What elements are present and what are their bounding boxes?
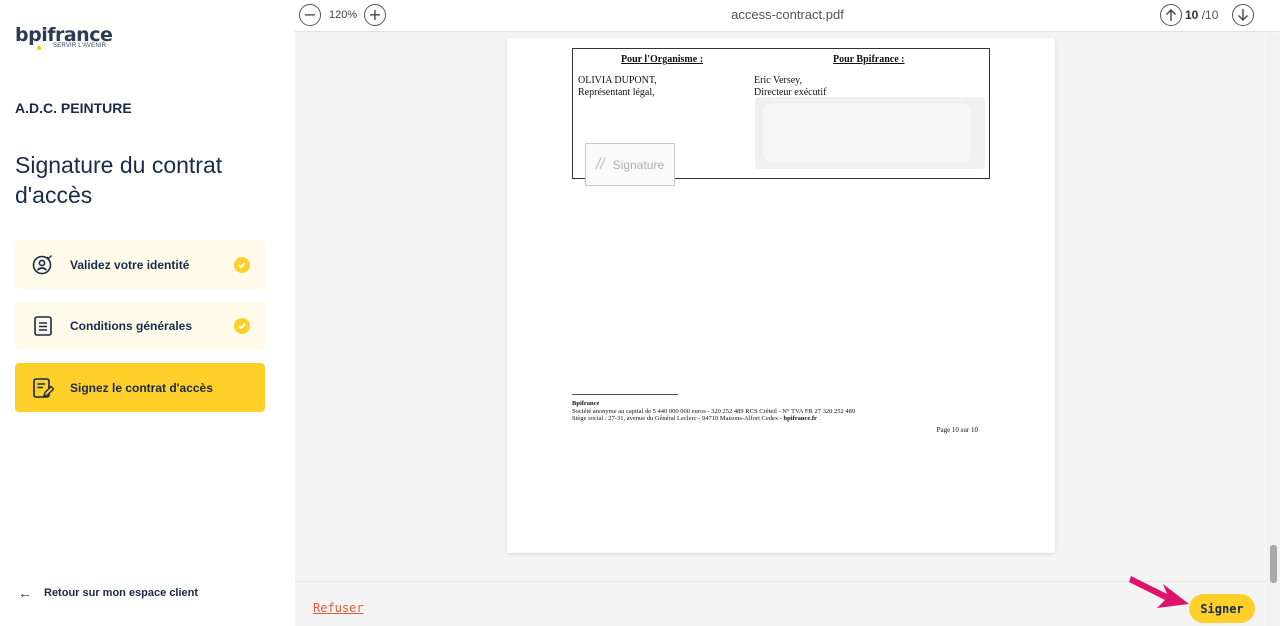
zoom-in-button[interactable]: + [364, 4, 386, 26]
footer-divider [572, 394, 678, 395]
zoom-out-button[interactable]: − [299, 4, 321, 26]
next-page-button[interactable] [1232, 4, 1254, 26]
page-title: Signature du contrat d'accès [15, 152, 223, 208]
step-conditions[interactable]: Conditions générales [15, 301, 265, 350]
logo-dot [37, 46, 41, 50]
document-scroll-area[interactable]: Pour l'Organisme : Pour Bpifrance : OLIV… [295, 33, 1280, 581]
scrollbar-thumb[interactable] [1270, 545, 1277, 583]
pdf-viewer: − 120% + access-contract.pdf 10 /10 Pour… [295, 0, 1280, 626]
arrow-up-icon [1166, 9, 1176, 21]
footer-address-line: Siège social : 27-31, avenue du Général … [572, 415, 855, 423]
bpifrance-signatory-name: Eric Versey, [754, 75, 803, 86]
bpifrance-header: Pour Bpifrance : [833, 54, 905, 65]
zoom-level: 120% [329, 9, 358, 21]
sidebar: bpifrance SERVIR L'AVENIR A.D.C. PEINTUR… [0, 0, 295, 626]
blurred-bpifrance-signature [755, 97, 985, 169]
check-icon [234, 318, 250, 334]
footer-legal-line: Société anonyme au capital de 5 440 000 … [572, 407, 856, 415]
document-sign-icon [32, 377, 54, 399]
arrow-left-icon: ← [18, 585, 32, 601]
organism-signatory-role: Représentant légal, [578, 87, 655, 98]
viewer-toolbar: − 120% + access-contract.pdf 10 /10 [295, 0, 1280, 32]
logo-tagline: SERVIR L'AVENIR [53, 43, 107, 49]
total-pages: /10 [1201, 8, 1219, 22]
step-label: Conditions générales [70, 318, 193, 333]
page-indicator: 10 /10 [1185, 8, 1218, 22]
footer-address: Siège social : 27-31, avenue du Général … [572, 415, 784, 422]
signature-field-label: Signature [612, 157, 665, 172]
document-list-icon [32, 315, 54, 337]
action-bar: Refuser Signer [295, 581, 1267, 626]
step-label: Validez votre identité [70, 257, 190, 272]
check-icon [234, 257, 250, 273]
arrow-down-icon [1238, 9, 1248, 21]
sign-button[interactable]: Signer [1189, 594, 1255, 623]
step-label: Signez le contrat d'accès [70, 380, 213, 395]
signature-table: Pour l'Organisme : Pour Bpifrance : OLIV… [572, 48, 990, 186]
user-check-icon [32, 254, 54, 276]
page-footer-number: Page 10 sur 10 [936, 426, 978, 434]
document-footer: Bpifrance Société anonyme au capital de … [572, 400, 855, 423]
footer-company: Bpifrance [572, 400, 600, 407]
step-identity[interactable]: Validez votre identité [15, 240, 265, 289]
organism-header: Pour l'Organisme : [621, 54, 704, 65]
minus-icon: − [303, 5, 317, 24]
back-link-label: Retour sur mon espace client [44, 587, 199, 599]
organism-signatory-name: OLIVIA DUPONT, [578, 75, 657, 86]
organism-signatory: OLIVIA DUPONT, Représentant légal, [578, 75, 657, 99]
document-filename: access-contract.pdf [731, 7, 844, 22]
pdf-page: Pour l'Organisme : Pour Bpifrance : OLIV… [507, 38, 1055, 553]
bpifrance-signatory: Eric Versey, Directeur exécutif [754, 75, 826, 99]
current-page: 10 [1185, 8, 1199, 22]
footer-website: bpifrance.fr [783, 415, 817, 422]
refuse-link[interactable]: Refuser [313, 601, 364, 615]
company-name: A.D.C. PEINTURE [15, 100, 132, 116]
step-sign-contract[interactable]: Signez le contrat d'accès [15, 363, 265, 412]
previous-page-button[interactable] [1160, 4, 1182, 26]
vertical-scrollbar[interactable] [1267, 33, 1280, 626]
signature-pen-icon: // [595, 155, 605, 173]
signature-field[interactable]: // Signature [585, 143, 675, 186]
bpifrance-logo: bpifrance SERVIR L'AVENIR [15, 26, 113, 50]
plus-icon: + [368, 5, 382, 24]
blurred-signature-inner [763, 103, 971, 163]
back-to-client-space-link[interactable]: ← Retour sur mon espace client [18, 585, 198, 601]
